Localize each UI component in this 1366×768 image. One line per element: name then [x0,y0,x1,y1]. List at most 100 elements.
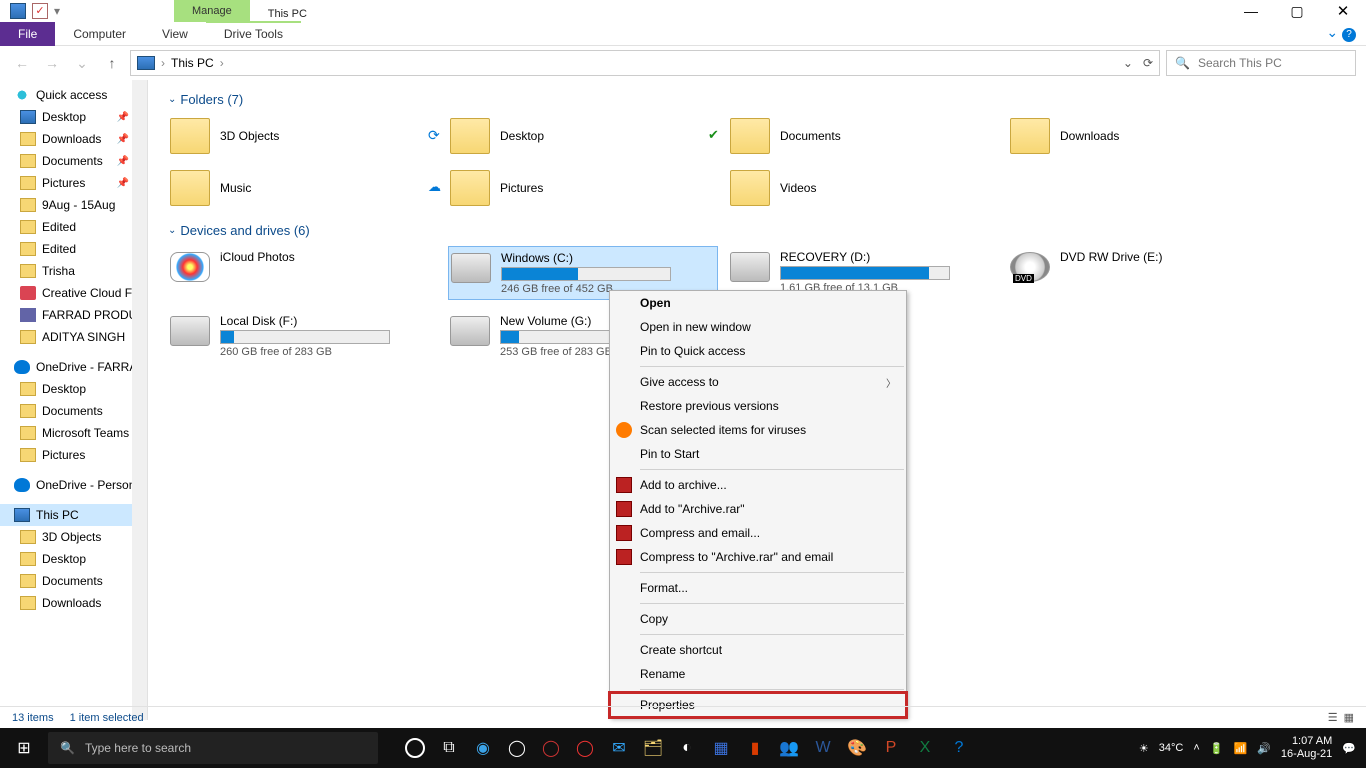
folder-desktop[interactable]: Desktop✔ [448,115,718,157]
sidebar-item-desktop[interactable]: Desktop📌 [0,106,147,128]
edge-icon[interactable]: ◉ [469,734,497,762]
folder-music[interactable]: Music☁ [168,167,438,209]
help-dropdown-icon[interactable]: ⌄ ? [1326,24,1356,42]
weather-icon[interactable]: ☀ [1139,742,1149,755]
temperature[interactable]: 34°C [1159,742,1184,754]
volume-icon[interactable]: 🔊 [1257,742,1271,755]
office-icon[interactable]: ▮ [741,734,769,762]
qat-properties-icon[interactable]: ✓ [32,3,48,19]
tab-drive-tools[interactable]: Drive Tools [206,21,301,45]
tab-computer[interactable]: Computer [55,22,144,46]
ctx-pin-start[interactable]: Pin to Start [610,442,906,466]
teams-icon[interactable]: 👥 [775,734,803,762]
drive-e[interactable]: DVD DVD RW Drive (E:) [1008,246,1278,300]
folder-documents[interactable]: Documents [728,115,998,157]
up-button[interactable]: ↑ [100,55,124,71]
details-view-button[interactable]: ☰ [1328,711,1338,724]
tray-chevron-icon[interactable]: ˄ [1193,742,1199,754]
notifications-icon[interactable]: 💬 [1342,742,1356,755]
task-view-icon[interactable]: ⧉ [435,734,463,762]
mail-icon[interactable]: ✉ [605,734,633,762]
word-icon[interactable]: W [809,734,837,762]
group-folders[interactable]: ⌄Folders (7) [168,92,1346,107]
sidebar-item[interactable]: Documents [0,570,147,592]
back-button[interactable]: ← [10,55,34,71]
sidebar-this-pc[interactable]: This PC [0,504,147,526]
battery-icon[interactable]: 🔋 [1210,742,1224,755]
tab-manage[interactable]: Manage [174,0,250,22]
sidebar-item[interactable]: 3D Objects [0,526,147,548]
ctx-add-archive[interactable]: Add to archive... [610,473,906,497]
powerpoint-icon[interactable]: P [877,734,905,762]
sidebar-item[interactable]: Desktop [0,378,147,400]
sidebar-item[interactable]: Edited [0,216,147,238]
wifi-icon[interactable]: 📶 [1234,742,1248,755]
sidebar-item[interactable]: Documents [0,400,147,422]
tab-view[interactable]: View [144,22,206,46]
sidebar-item[interactable]: FARRAD PRODUCTIONS [0,304,147,326]
sidebar-item[interactable]: ADITYA SINGH [0,326,147,348]
sidebar-item-pictures[interactable]: Pictures📌 [0,172,147,194]
sidebar-item[interactable]: Microsoft Teams [0,422,147,444]
sidebar-item[interactable]: Trisha [0,260,147,282]
maximize-button[interactable]: ▢ [1274,0,1320,22]
excel-icon[interactable]: X [911,734,939,762]
opera-icon[interactable]: ◯ [571,734,599,762]
forward-button[interactable]: → [40,55,64,71]
explorer-icon[interactable]: 🗂 [639,734,667,762]
clock[interactable]: 1:07 AM 16-Aug-21 [1281,735,1332,761]
address-bar[interactable]: › This PC › ⌄ ⟳ [130,50,1160,76]
sidebar-item[interactable]: Desktop [0,548,147,570]
get-help-icon[interactable]: ? [945,734,973,762]
navigation-pane[interactable]: Quick access Desktop📌 Downloads📌 Documen… [0,80,148,720]
folder-3d-objects[interactable]: 3D Objects⟳ [168,115,438,157]
start-button[interactable]: ⊞ [0,738,48,758]
ctx-create-shortcut[interactable]: Create shortcut [610,638,906,662]
sidebar-item[interactable]: Downloads [0,592,147,614]
ctx-format[interactable]: Format... [610,576,906,600]
close-button[interactable]: ✕ [1320,0,1366,22]
ctx-compress-rar-email[interactable]: Compress to "Archive.rar" and email [610,545,906,569]
sidebar-quick-access[interactable]: Quick access [0,84,147,106]
sidebar-item-downloads[interactable]: Downloads📌 [0,128,147,150]
drive-f[interactable]: Local Disk (F:) 260 GB free of 283 GB [168,310,438,362]
ctx-add-archive-rar[interactable]: Add to "Archive.rar" [610,497,906,521]
group-drives[interactable]: ⌄Devices and drives (6) [168,223,1346,238]
folder-downloads[interactable]: Downloads [1008,115,1278,157]
cortana-icon[interactable] [401,734,429,762]
ctx-give-access[interactable]: Give access to〉 [610,370,906,394]
taskbar-search[interactable]: 🔍Type here to search [48,732,378,764]
recent-dropdown-icon[interactable]: ⌄ [70,55,94,72]
qat-dropdown-icon[interactable]: ▾ [54,4,64,18]
sidebar-item[interactable]: Pictures [0,444,147,466]
ctx-compress-email[interactable]: Compress and email... [610,521,906,545]
ctx-rename[interactable]: Rename [610,662,906,686]
ctx-open[interactable]: Open [610,291,906,315]
ctx-scan-viruses[interactable]: Scan selected items for viruses [610,418,906,442]
tab-file[interactable]: File [0,22,55,46]
search-input[interactable]: 🔍 Search This PC [1166,50,1356,76]
sidebar-item-documents[interactable]: Documents📌 [0,150,147,172]
sidebar-onedrive-1[interactable]: OneDrive - FARRAD [0,356,147,378]
address-dropdown-icon[interactable]: ⌄ [1123,56,1133,70]
sidebar-item[interactable]: Edited [0,238,147,260]
breadcrumb[interactable]: This PC [171,56,214,70]
chrome-icon[interactable]: ◯ [503,734,531,762]
app-icon[interactable]: ▦ [707,734,735,762]
ctx-restore-versions[interactable]: Restore previous versions [610,394,906,418]
ctx-copy[interactable]: Copy [610,607,906,631]
sidebar-item-creative-cloud[interactable]: Creative Cloud Files [0,282,147,304]
folder-videos[interactable]: Videos [728,167,998,209]
ctx-open-new-window[interactable]: Open in new window [610,315,906,339]
paint-icon[interactable]: 🎨 [843,734,871,762]
sidebar-onedrive-2[interactable]: OneDrive - Personal [0,474,147,496]
scrollbar[interactable] [132,80,147,720]
sidebar-item[interactable]: 9Aug - 15Aug [0,194,147,216]
minimize-button[interactable]: ― [1228,0,1274,22]
folder-pictures[interactable]: Pictures [448,167,718,209]
app-icon[interactable]: ◐ [673,734,701,762]
ctx-pin-quick-access[interactable]: Pin to Quick access [610,339,906,363]
drive-icloud-photos[interactable]: iCloud Photos [168,246,438,300]
tiles-view-button[interactable]: ▦ [1344,711,1354,724]
opera-gx-icon[interactable]: ◯ [537,734,565,762]
